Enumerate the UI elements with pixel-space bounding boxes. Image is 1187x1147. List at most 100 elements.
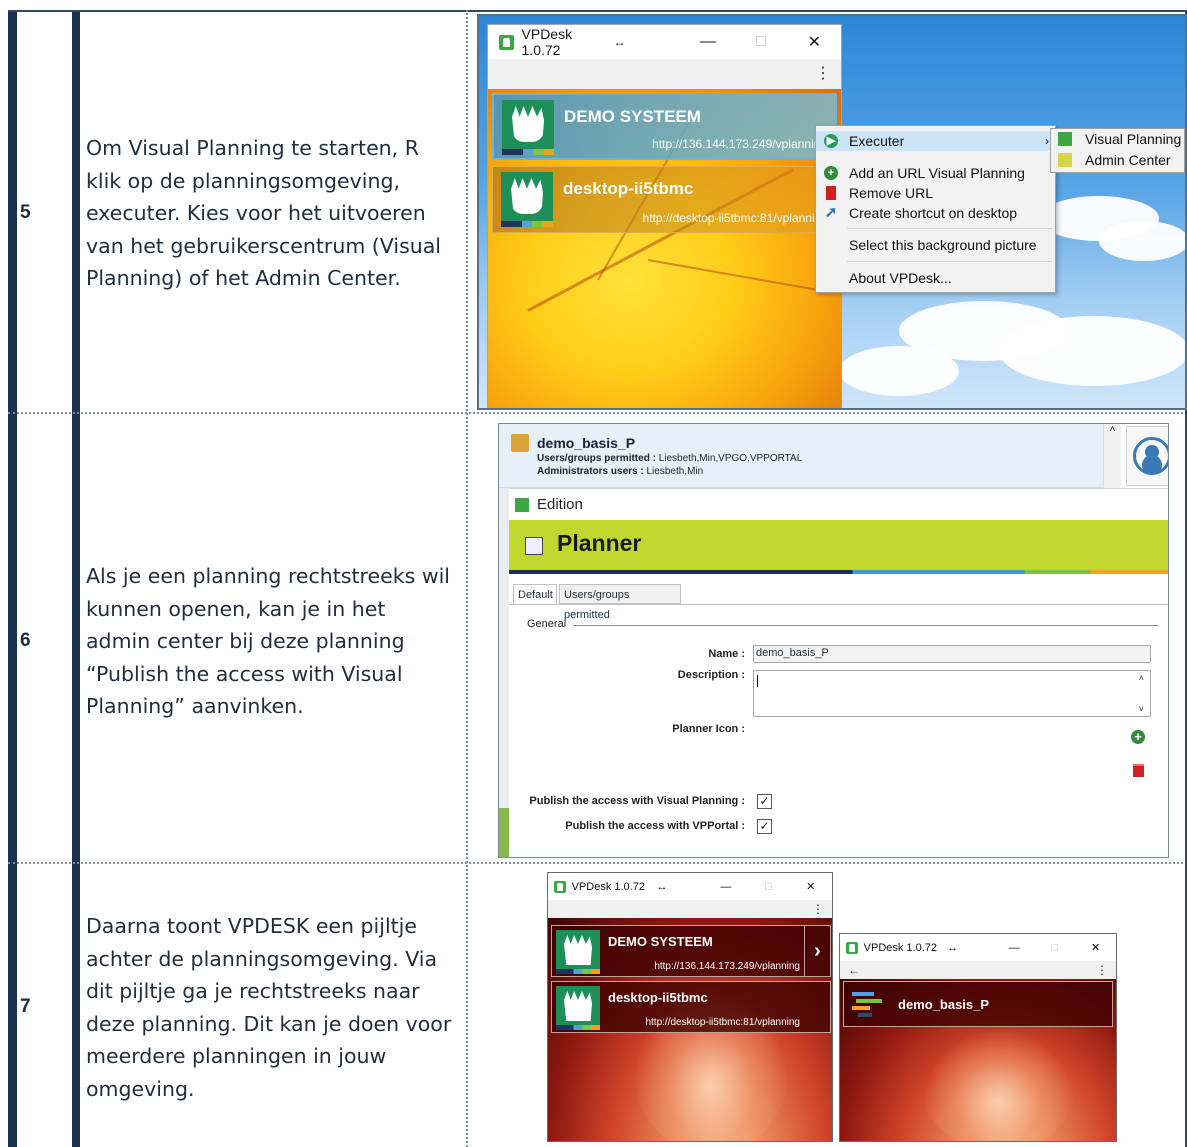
name-label: Name :: [708, 648, 745, 660]
context-menu: ▶ Executer › + Add an URL Visual Plannin…: [815, 125, 1056, 293]
planning-url: http://136.144.173.249/vplanning: [652, 137, 827, 151]
maximize-icon[interactable]: □: [747, 881, 789, 893]
scroll-up-icon[interactable]: ˄: [1139, 673, 1144, 683]
group-divider: [573, 625, 1158, 626]
window-title: VPDesk 1.0.72: [571, 880, 645, 893]
user-avatar[interactable]: [1126, 426, 1168, 486]
executer-submenu: Visual Planning Admin Center: [1050, 128, 1185, 173]
screenshot-vpdesk-context-menu: VPDesk 1.0.72 ↔ — □ ✕ ⋮ DEMO SYSTEEM htt…: [477, 14, 1187, 410]
window-edge: [499, 488, 509, 857]
close-icon[interactable]: ✕: [790, 880, 832, 893]
planning-header: demo_basis_P Users/groups permitted : Li…: [499, 424, 1121, 488]
planning-name: desktop-ii5tbmc: [563, 179, 694, 198]
step-description: Om Visual Planning te starten, R klik op…: [86, 136, 441, 290]
description-textarea[interactable]: ˄ ˅: [753, 670, 1151, 717]
planning-url: http://desktop-ii5tbmc:81/vplanning: [645, 1017, 800, 1028]
vpdesk-app-icon: [846, 941, 858, 954]
maximize-icon[interactable]: □: [735, 33, 788, 51]
chevron-right-icon[interactable]: ›: [804, 926, 830, 976]
step-number: 6: [20, 630, 31, 651]
step-description: Daarna toont VPDESK een pijltje achter d…: [86, 914, 452, 1101]
menu-item-about[interactable]: About VPDesk...: [816, 268, 1055, 288]
planner-icon: [525, 537, 543, 555]
planner-banner: Planner: [509, 520, 1168, 570]
planning-card-desktop[interactable]: desktop-ii5tbmc http://desktop-ii5tbmc:8…: [492, 166, 837, 233]
close-icon[interactable]: ✕: [1075, 941, 1116, 954]
planner-icon-label: Planner Icon :: [672, 723, 745, 735]
users-permitted-line: Users/groups permitted : Liesbeth,Min,VP…: [537, 453, 803, 464]
planning-url: http://136.144.173.249/vplanning: [654, 961, 800, 972]
user-icon: [1133, 437, 1168, 475]
menu-item-remove-url[interactable]: Remove URL: [816, 183, 1055, 203]
leaf-vein: [647, 259, 826, 293]
add-icon: +: [824, 166, 838, 180]
visual-planning-hand-icon: [556, 986, 600, 1030]
step-description: Als je een planning rechtstreeks wil kun…: [86, 564, 450, 718]
name-field[interactable]: demo_basis_P: [753, 645, 1151, 663]
minimize-icon[interactable]: —: [994, 942, 1035, 954]
submenu-item-admin-center[interactable]: Admin Center: [1051, 150, 1184, 171]
cloud: [1099, 221, 1185, 261]
minimize-icon[interactable]: —: [705, 881, 747, 893]
shortcut-arrow-icon: ➚: [824, 204, 838, 221]
planner-gantt-icon: [852, 990, 886, 1020]
text-caret: [757, 675, 758, 687]
edition-bar: Edition: [509, 488, 1168, 520]
planner-title: Planner: [557, 530, 642, 556]
planning-name: DEMO SYSTEEM: [608, 934, 713, 949]
cloud: [999, 316, 1185, 386]
visual-planning-hand-icon: [502, 100, 554, 155]
tab-default[interactable]: Default: [513, 584, 557, 604]
vpdesk-app-icon: [554, 880, 566, 893]
row-divider: [8, 412, 1187, 414]
row-divider: [8, 862, 1187, 864]
screenshot-admin-center-planner: demo_basis_P Users/groups permitted : Li…: [498, 423, 1169, 858]
screenshot-vpdesk-with-arrow: VPDesk 1.0.72 ↔ — □ ✕ ⋮ DEMO SYSTEEM htt…: [547, 872, 833, 1142]
kebab-menu-icon[interactable]: ⋮: [1096, 961, 1108, 979]
column-divider: [466, 10, 468, 1147]
window-title: VPDesk 1.0.72: [521, 26, 573, 58]
database-icon: [511, 434, 529, 452]
menu-item-executer[interactable]: ▶ Executer ›: [816, 131, 1055, 151]
resize-icon[interactable]: ↔: [656, 881, 704, 893]
tab-divider: [509, 604, 1168, 605]
planning-card-demo-systeem[interactable]: DEMO SYSTEEM http://136.144.173.249/vpla…: [492, 93, 837, 160]
resize-icon[interactable]: ↔: [947, 942, 994, 954]
minimize-icon[interactable]: —: [681, 33, 734, 51]
menu-item-add-url[interactable]: + Add an URL Visual Planning: [816, 163, 1055, 183]
visual-planning-hand-icon: [556, 930, 600, 974]
menu-item-create-shortcut[interactable]: ➚ Create shortcut on desktop: [816, 203, 1055, 223]
chevron-right-icon: ›: [1045, 134, 1049, 148]
tab-users-groups[interactable]: Users/groups permitted: [559, 584, 681, 621]
planning-name: demo_basis_P: [898, 997, 990, 1012]
planning-card-desktop[interactable]: desktop-ii5tbmc http://desktop-ii5tbmc:8…: [551, 981, 831, 1033]
screenshot-vpdesk-direct-planning: VPDesk 1.0.72 ↔ — □ ✕ ← ⋮ demo_basis_P: [839, 933, 1117, 1142]
maximize-icon[interactable]: □: [1034, 942, 1075, 954]
scroll-down-icon[interactable]: ˅: [1139, 704, 1144, 714]
kebab-menu-icon[interactable]: ⋮: [548, 900, 832, 918]
add-icon[interactable]: +: [1131, 730, 1145, 744]
back-arrow-icon[interactable]: ←: [848, 961, 860, 979]
close-icon[interactable]: ✕: [788, 32, 841, 52]
planning-name: DEMO SYSTEEM: [564, 107, 701, 126]
kebab-menu-icon[interactable]: ⋮: [488, 59, 841, 89]
menu-item-select-background[interactable]: Select this background picture: [816, 235, 1055, 255]
cloud: [839, 346, 959, 396]
menu-separator: [847, 228, 1052, 229]
publish-visual-planning-checkbox[interactable]: ✓: [757, 794, 772, 809]
title-bar: VPDesk 1.0.72 ↔ — □ ✕: [548, 873, 832, 900]
planning-card-demo-systeem[interactable]: DEMO SYSTEEM http://136.144.173.249/vpla…: [551, 925, 831, 977]
publish-vpportal-label: Publish the access with VPPortal :: [565, 820, 745, 832]
group-general-label: General: [527, 618, 567, 630]
submenu-item-visual-planning[interactable]: Visual Planning: [1051, 129, 1184, 150]
resize-icon[interactable]: ↔: [613, 35, 681, 49]
trash-icon[interactable]: [1133, 764, 1144, 777]
play-icon: ▶: [824, 134, 838, 148]
scroll-up-icon[interactable]: ˄: [1110, 424, 1116, 435]
scrollbar[interactable]: ˄: [1103, 424, 1121, 488]
number-column-bar: [72, 10, 80, 1147]
vpdesk-app-icon: [499, 34, 514, 50]
planning-card-demo-basis[interactable]: demo_basis_P: [843, 981, 1113, 1027]
publish-vpportal-checkbox[interactable]: ✓: [757, 819, 772, 834]
edition-icon: [515, 498, 529, 512]
